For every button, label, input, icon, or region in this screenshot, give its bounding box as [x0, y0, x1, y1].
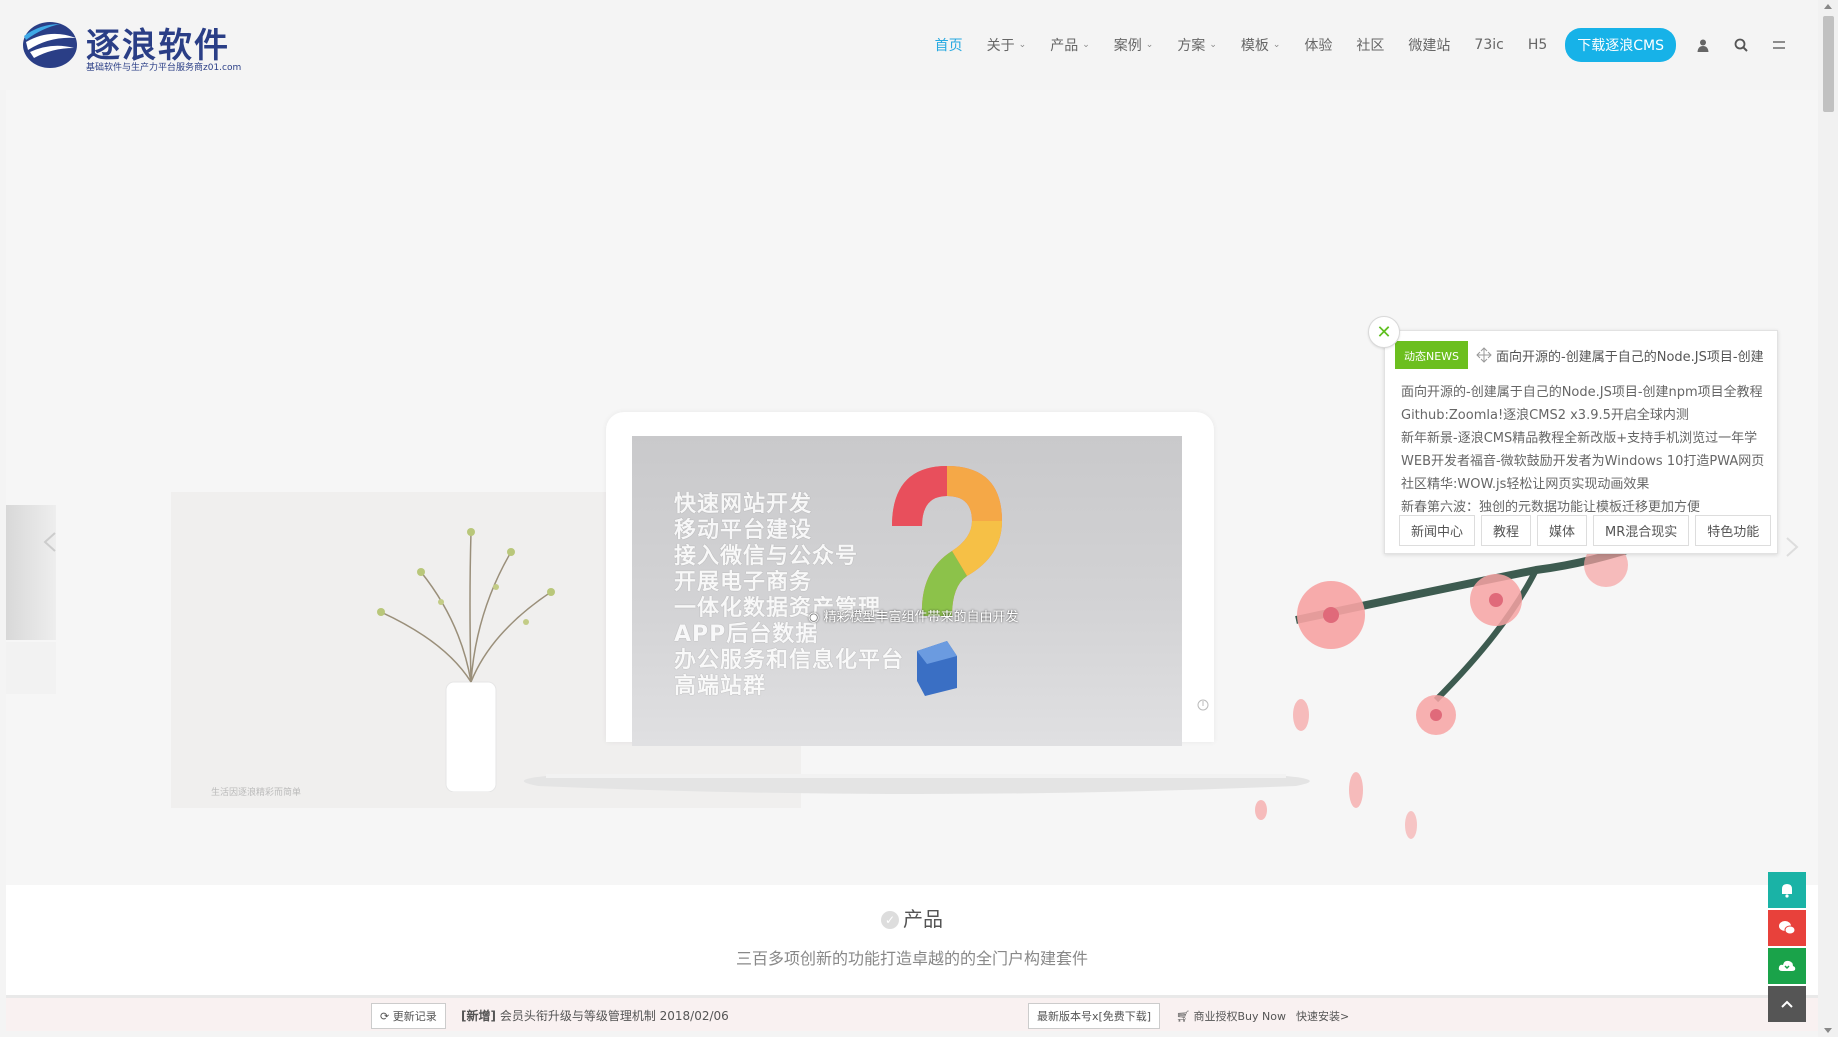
nav-item-experience[interactable]: 体验	[1292, 35, 1344, 55]
latest-update-text[interactable]: [新增] 会员头衔升级与等级管理机制 2018/02/06	[461, 1007, 729, 1024]
update-tag: [新增]	[461, 1009, 496, 1023]
news-tab-tutorial[interactable]: 教程	[1481, 515, 1532, 546]
section-title: ✓ 产品	[6, 903, 1818, 932]
nav-label: 微建站	[1408, 38, 1451, 54]
news-popup: 动态NEWS 面向开源的-创建属于自己的Node.JS项目-创建 面向开源的-创…	[1384, 330, 1778, 554]
move-icon[interactable]	[1476, 347, 1492, 363]
laptop-mockup: 快速网站开发 移动平台建设 接入微信与公众号 开展电子商务 一体化数据资产管理 …	[606, 412, 1214, 746]
nav-item-about[interactable]: 关于 ⌄	[975, 35, 1039, 55]
question-mark-graphic	[892, 466, 1002, 696]
section-subtitle: 三百多项创新的功能打造卓越的的全门户构建套件	[735, 949, 1088, 968]
buy-label: 商业授权Buy Now	[1193, 1010, 1286, 1023]
nav-item-community[interactable]: 社区	[1344, 35, 1396, 55]
nav-label: 关于	[986, 38, 1015, 54]
buy-license-link[interactable]: 🛒︎ 商业授权Buy Now	[1176, 1008, 1286, 1024]
section-title-label: 产品	[903, 907, 943, 931]
cloud-download-icon[interactable]	[1768, 948, 1806, 984]
chevron-down-icon: ⌄	[1209, 40, 1217, 50]
wechat-icon[interactable]	[1768, 910, 1806, 946]
arrow-up-icon[interactable]	[1768, 986, 1806, 1022]
scrollbar-thumb[interactable]	[1823, 16, 1834, 112]
slide-caption: 生活因逐浪精彩而简单	[211, 788, 302, 798]
news-item[interactable]: 社区精华:WOW.js轻松让网页实现动画效果	[1401, 473, 1777, 496]
chevron-down-icon: ⌄	[1272, 40, 1281, 50]
news-headline[interactable]: 面向开源的-创建属于自己的Node.JS项目-创建	[1496, 346, 1764, 365]
chevron-down-icon: ⌄	[1145, 40, 1154, 50]
nav-label: 模板	[1240, 38, 1269, 54]
nav-label: 方案	[1177, 38, 1206, 54]
nav-item-home[interactable]: 首页	[923, 35, 975, 55]
refresh-icon: ⟳	[380, 1010, 393, 1023]
nav-item-73ic[interactable]: 73ic	[1462, 37, 1515, 53]
scroll-up-icon[interactable]	[1824, 4, 1832, 9]
nav-item-cases[interactable]: 案例 ⌄	[1102, 35, 1166, 55]
bottom-info-bar: ⟳ 更新记录 [新增] 会员头衔升级与等级管理机制 2018/02/06 最新版…	[6, 995, 1818, 1031]
nav-item-h5[interactable]: H5	[1516, 37, 1559, 53]
news-tab-mr[interactable]: MR混合现实	[1593, 515, 1690, 546]
power-icon	[1197, 699, 1209, 711]
products-section: ✓ 产品 三百多项创新的功能打造卓越的的全门户构建套件	[6, 885, 1818, 995]
changelog-button[interactable]: ⟳ 更新记录	[371, 1003, 446, 1029]
nav-label: H5	[1527, 37, 1548, 53]
page: 逐浪软件 基础软件与生产力平台服务商z01.com 首页 关于 ⌄ 产品 ⌄ 案例 ⌄…	[0, 0, 1838, 1037]
slide-thumbnail[interactable]	[6, 505, 56, 640]
news-tab-center[interactable]: 新闻中心	[1399, 515, 1476, 546]
news-popup-header: 动态NEWS 面向开源的-创建属于自己的Node.JS项目-创建	[1395, 341, 1771, 369]
nav-label: 首页	[934, 38, 963, 54]
cart-icon: 🛒︎	[1176, 1010, 1194, 1023]
download-cms-button[interactable]: 下载逐浪CMS	[1565, 28, 1676, 62]
eye-icon: ◉	[808, 610, 824, 625]
news-tab-media[interactable]: 媒体	[1537, 515, 1588, 546]
nav-item-microsite[interactable]: 微建站	[1396, 35, 1462, 55]
nav-label: 体验	[1304, 38, 1333, 54]
news-item[interactable]: WEB开发者福音-微软鼓励开发者为Windows 10打造PWA网页	[1401, 450, 1777, 473]
update-text: 会员头衔升级与等级管理机制 2018/02/06	[499, 1009, 729, 1023]
overlay-label: 精彩模型丰富组件带来的自由开发	[823, 610, 1019, 625]
news-tabs: 新闻中心 教程 媒体 MR混合现实 特色功能	[1399, 515, 1772, 546]
check-circle-icon: ✓	[881, 911, 899, 929]
user-icon[interactable]	[1684, 39, 1722, 52]
menu-icon[interactable]	[1760, 39, 1798, 51]
news-list: 面向开源的-创建属于自己的Node.JS项目-创建npm项目全教程 Github…	[1401, 381, 1777, 519]
close-icon[interactable]: ✕	[1368, 316, 1400, 348]
laptop-screen: 快速网站开发 移动平台建设 接入微信与公众号 开展电子商务 一体化数据资产管理 …	[632, 436, 1182, 746]
news-tab-features[interactable]: 特色功能	[1695, 515, 1772, 546]
nav-label: 产品	[1050, 38, 1079, 54]
blossom-branch-image	[1255, 530, 1693, 839]
logo-tagline: 基础软件与生产力平台服务商z01.com	[86, 63, 242, 73]
nav-item-solutions[interactable]: 方案 ⌄	[1165, 35, 1229, 55]
slide-next-arrow-icon[interactable]	[1782, 535, 1802, 559]
changelog-label: 更新记录	[392, 1010, 437, 1023]
chevron-down-icon: ⌄	[1018, 40, 1027, 50]
scroll-down-icon[interactable]	[1824, 1028, 1832, 1033]
search-icon[interactable]	[1722, 38, 1760, 52]
header: 逐浪软件 基础软件与生产力平台服务商z01.com 首页 关于 ⌄ 产品 ⌄ 案例 ⌄…	[0, 0, 1818, 90]
news-badge: 动态NEWS	[1395, 341, 1469, 369]
news-item[interactable]: Github:Zoomla!逐浪CMS2 x3.9.5开启全球内测	[1401, 404, 1777, 427]
page-scrollbar[interactable]	[1818, 0, 1838, 1037]
nav-item-products[interactable]: 产品 ⌄	[1038, 35, 1102, 55]
version-download-button[interactable]: 最新版本号x[免费下载]	[1028, 1003, 1161, 1029]
vase-plant-image	[377, 528, 555, 792]
slide-thumbnail[interactable]	[6, 642, 56, 694]
nav-label: 73ic	[1474, 37, 1504, 53]
main-nav: 首页 关于 ⌄ 产品 ⌄ 案例 ⌄ 方案 ⌄ 模板 ⌄ 体验 社区 微建站 73ic H5…	[923, 28, 1798, 62]
quick-install-link[interactable]: 快速安装>	[1296, 1008, 1349, 1024]
logo-mark-icon	[23, 22, 77, 68]
nav-item-templates[interactable]: 模板 ⌄	[1229, 35, 1293, 55]
bell-icon[interactable]	[1768, 872, 1806, 908]
logo[interactable]: 逐浪软件 基础软件与生产力平台服务商z01.com	[20, 18, 242, 73]
nav-label: 社区	[1356, 38, 1385, 54]
news-item[interactable]: 新年新景-逐浪CMS精品教程全新改版+支持手机浏览过一年学	[1401, 427, 1777, 450]
slide-prev-arrow-icon[interactable]	[40, 530, 60, 554]
nav-label: 案例	[1113, 38, 1142, 54]
laptop-base	[523, 774, 1310, 794]
news-item[interactable]: 面向开源的-创建属于自己的Node.JS项目-创建npm项目全教程	[1401, 381, 1777, 404]
chevron-down-icon: ⌄	[1082, 40, 1090, 50]
slide-overlay-text: ◉ 精彩模型丰富组件带来的自由开发	[808, 606, 1019, 625]
